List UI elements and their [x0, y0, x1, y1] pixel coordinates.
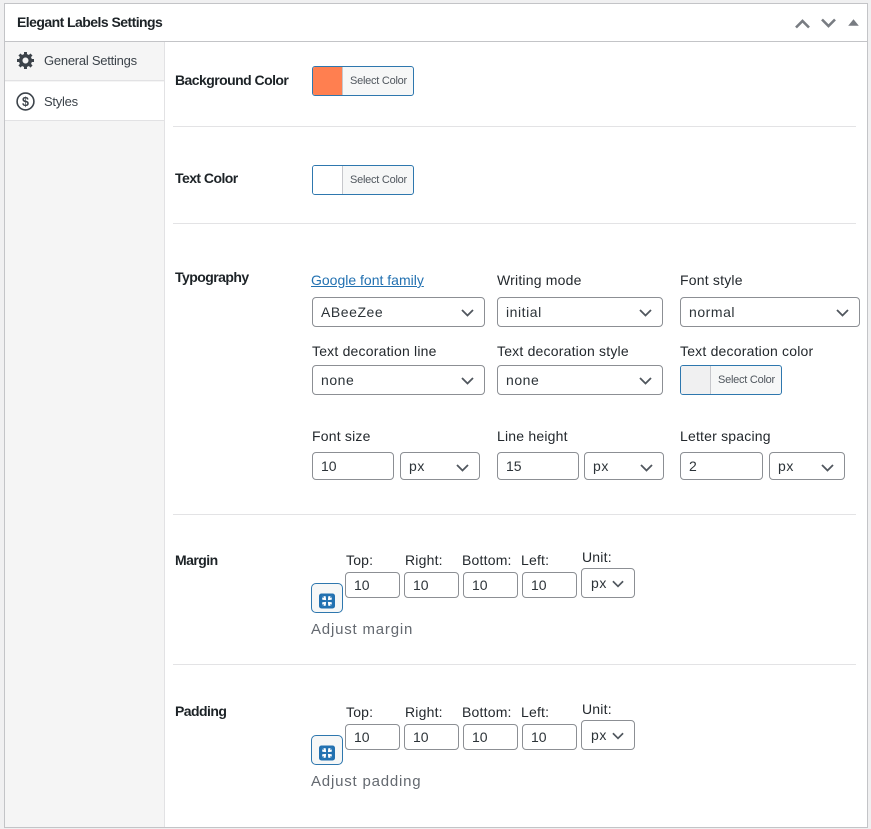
- svg-text:$: $: [22, 95, 29, 109]
